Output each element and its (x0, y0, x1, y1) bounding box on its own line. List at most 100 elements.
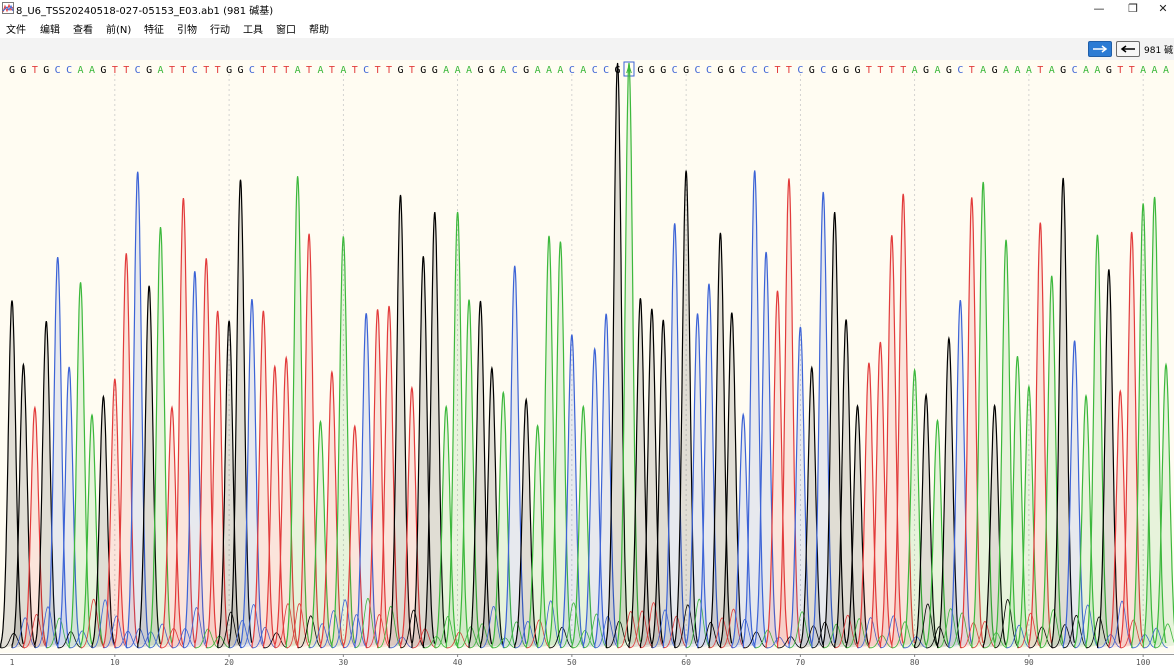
base-call: C (706, 65, 712, 76)
close-button[interactable]: ✕ (1152, 0, 1174, 18)
reverse-strand-button[interactable] (1116, 41, 1140, 57)
base-call: A (626, 65, 632, 76)
base-call: G (649, 65, 655, 76)
base-call: C (512, 65, 518, 76)
base-call: C (363, 65, 369, 76)
ruler-tick-label: 100 (1136, 658, 1151, 667)
base-call: G (489, 65, 495, 76)
base-call: A (466, 65, 472, 76)
base-call: G (717, 65, 723, 76)
base-call: T (169, 65, 175, 76)
base-call: T (889, 65, 895, 76)
base-call: A (89, 65, 95, 76)
menu-edit[interactable]: 编辑 (40, 21, 60, 36)
base-call: G (660, 65, 666, 76)
base-call: A (78, 65, 84, 76)
base-call: T (1129, 65, 1135, 76)
base-call: A (980, 65, 986, 76)
base-call: T (112, 65, 118, 76)
position-ruler: 1 10 20 30 40 50 60 70 80 90 100 (0, 653, 1174, 667)
base-call: G (946, 65, 952, 76)
base-call: T (386, 65, 392, 76)
base-call: A (158, 65, 164, 76)
base-calls: GGTGCCAAGTTCGATTCTTGGCTTTATATATCTTGTGGAA… (9, 65, 1169, 76)
base-call: A (1083, 65, 1089, 76)
menu-file[interactable]: 文件 (6, 21, 26, 36)
base-call: T (1037, 65, 1043, 76)
base-call: A (500, 65, 506, 76)
base-call: A (1094, 65, 1100, 76)
base-call: A (295, 65, 301, 76)
base-call: C (672, 65, 678, 76)
chromatogram-viewer[interactable]: GGTGCCAAGTTCGATTCTTGGCTTTATATATCTTGTGGAA… (0, 60, 1174, 653)
menu-window[interactable]: 窗口 (276, 21, 296, 36)
base-call: G (854, 65, 860, 76)
base-call: A (1152, 65, 1158, 76)
base-call: A (546, 65, 552, 76)
menu-actions[interactable]: 行动 (210, 21, 230, 36)
base-call: G (832, 65, 838, 76)
base-call: C (135, 65, 141, 76)
arrow-right-icon (1093, 45, 1108, 53)
base-call: G (923, 65, 929, 76)
toolbar: 981 碱 (0, 38, 1174, 61)
menu-bar: 文件 编辑 查看 前(N) 特征 引物 行动 工具 窗口 帮助 (0, 18, 1174, 38)
base-call: T (786, 65, 792, 76)
ruler-tick-label: 20 (224, 658, 234, 667)
base-call: T (352, 65, 358, 76)
chromatogram-plot: GGTGCCAAGTTCGATTCTTGGCTTTATATATCTTGTGGAA… (0, 61, 1174, 649)
ruler-tick-label: 90 (1024, 658, 1034, 667)
base-call: C (55, 65, 61, 76)
base-call: C (797, 65, 803, 76)
menu-primers[interactable]: 引物 (177, 21, 197, 36)
base-call: T (180, 65, 186, 76)
ruler-tick-label: 1 (10, 658, 15, 667)
base-call: C (820, 65, 826, 76)
menu-tools[interactable]: 工具 (243, 21, 263, 36)
base-call: C (1072, 65, 1078, 76)
base-call: A (340, 65, 346, 76)
base-call: T (375, 65, 381, 76)
trace-peaks (0, 62, 1174, 649)
base-call: A (1140, 65, 1146, 76)
window-title: 8_U6_TSS20240518-027-05153_E03.ab1 (981 … (16, 6, 274, 17)
base-call: C (192, 65, 198, 76)
position-ruler-axis: 1 10 20 30 40 50 60 70 80 90 100 (0, 654, 1174, 667)
title-bar: 8_U6_TSS20240518-027-05153_E03.ab1 (981 … (0, 0, 1174, 18)
base-call: G (420, 65, 426, 76)
base-call: C (763, 65, 769, 76)
base-call: C (592, 65, 598, 76)
base-call: A (1026, 65, 1032, 76)
menu-help[interactable]: 帮助 (309, 21, 329, 36)
base-call: G (9, 65, 15, 76)
base-call: A (557, 65, 563, 76)
minimize-button[interactable]: — (1084, 0, 1114, 18)
base-call: A (1014, 65, 1020, 76)
ruler-tick-label: 60 (681, 658, 691, 667)
base-call: T (306, 65, 312, 76)
base-call: G (237, 65, 243, 76)
forward-strand-button[interactable] (1088, 41, 1112, 57)
base-call: A (535, 65, 541, 76)
base-call: G (146, 65, 152, 76)
menu-view[interactable]: 查看 (73, 21, 93, 36)
base-call: G (729, 65, 735, 76)
base-call: G (226, 65, 232, 76)
base-call: G (432, 65, 438, 76)
base-count: 981 碱 (1144, 46, 1174, 56)
ruler-tick-label: 40 (453, 658, 463, 667)
base-call: A (455, 65, 461, 76)
base-call: G (477, 65, 483, 76)
menu-features[interactable]: 特征 (144, 21, 164, 36)
base-call: G (523, 65, 529, 76)
base-call: G (992, 65, 998, 76)
base-call: A (1003, 65, 1009, 76)
ruler-tick-label: 10 (110, 658, 120, 667)
restore-button[interactable]: ❐ (1118, 0, 1148, 18)
base-call: T (215, 65, 221, 76)
menu-n[interactable]: 前(N) (106, 21, 131, 36)
base-call: T (283, 65, 289, 76)
base-call: C (957, 65, 963, 76)
base-call: A (912, 65, 918, 76)
base-call: C (249, 65, 255, 76)
